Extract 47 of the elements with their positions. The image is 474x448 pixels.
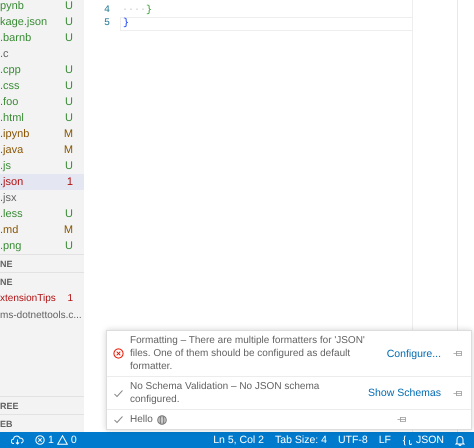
status-item[interactable]: UTF-8 (338, 434, 368, 446)
warning-count[interactable]: 0 (70, 434, 77, 446)
file-item[interactable]: .jsx (0, 190, 84, 206)
list-item[interactable]: xtensionTips 1 (0, 290, 84, 307)
warning-icon[interactable] (56, 435, 68, 445)
file-item[interactable]: .ipynb M (0, 126, 84, 142)
status-item[interactable]: Tab Size: 4 (275, 434, 327, 446)
line-number: 4 (102, 5, 110, 16)
pin-icon[interactable] (453, 350, 463, 357)
file-item[interactable]: .css U (0, 78, 84, 94)
braces-icon[interactable] (402, 434, 413, 446)
action-link[interactable]: Configure... (386, 348, 441, 360)
file-item[interactable]: pynb U (0, 0, 84, 14)
code-token: } (146, 5, 152, 16)
list-item[interactable]: ms-dotnettools.c... (0, 307, 84, 324)
code-token: ···· (122, 5, 146, 16)
pin-icon[interactable] (453, 390, 463, 396)
file-item[interactable]: .foo U (0, 94, 84, 110)
language-mode[interactable]: JSON (416, 434, 444, 446)
section-header[interactable]: NE (0, 272, 84, 290)
file-item[interactable]: kage.json U (0, 14, 84, 30)
error-icon[interactable] (35, 435, 45, 445)
action-link[interactable]: Show Schemas (368, 387, 441, 399)
file-item[interactable]: .less U (0, 206, 84, 222)
bell-icon[interactable] (455, 434, 465, 446)
code-token: } (123, 18, 130, 29)
status-item[interactable]: Ln 5, Col 2 (213, 434, 264, 446)
file-item[interactable]: .c (0, 46, 84, 62)
notification-message: Formatting – There are multiple formatters for 'JSON' files. One of them should be configured as default formatter. (130, 334, 366, 373)
globe-icon (156, 414, 167, 424)
notification-message: No Schema Validation – No JSON schema configured. (130, 380, 320, 406)
section-header[interactable]: REE (0, 396, 84, 414)
file-item[interactable]: .js U (0, 158, 84, 174)
error-count[interactable]: 1 (48, 434, 54, 446)
status-item[interactable]: LF (378, 434, 391, 446)
file-item[interactable]: .png U (0, 238, 84, 254)
file-item[interactable]: .cpp U (0, 62, 84, 78)
cloud-icon[interactable] (11, 435, 24, 445)
section-header[interactable]: NE (0, 254, 84, 272)
file-item[interactable]: .json 1 (0, 174, 84, 190)
pin-icon[interactable] (397, 416, 407, 423)
file-item[interactable]: .md M (0, 222, 84, 238)
notification-message: Hello (130, 413, 153, 426)
file-item[interactable]: .html U (0, 110, 84, 126)
file-item[interactable]: .java M (0, 142, 84, 158)
file-item[interactable]: .barnb U (0, 30, 84, 46)
line-number: 5 (102, 18, 110, 29)
